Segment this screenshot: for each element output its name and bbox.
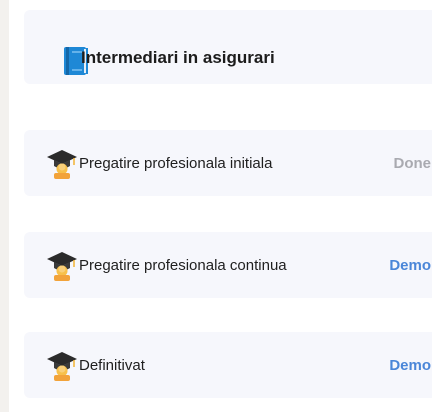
graduation-cap-icon xyxy=(46,147,78,179)
demo-link[interactable]: Demo xyxy=(389,257,431,274)
graduation-cap-icon xyxy=(46,249,78,281)
page-title: Intermediari in asigurari xyxy=(81,48,275,67)
done-link[interactable]: Done xyxy=(394,155,432,172)
item-label: Definitivat xyxy=(79,357,145,374)
item-label: Pregatire profesionala continua xyxy=(79,257,287,274)
item-label: Pregatire profesionala initiala xyxy=(79,155,273,172)
graduation-cap-icon xyxy=(46,349,78,381)
content-panel: Intermediari in asigurari Pregatire prof… xyxy=(9,0,432,412)
list-item[interactable]: Definitivat Demo xyxy=(24,332,432,398)
section-header: Intermediari in asigurari xyxy=(24,10,432,84)
list-item[interactable]: Pregatire profesionala initiala Done xyxy=(24,130,432,196)
demo-link[interactable]: Demo xyxy=(389,357,431,374)
list-item[interactable]: Pregatire profesionala continua Demo xyxy=(24,232,432,298)
